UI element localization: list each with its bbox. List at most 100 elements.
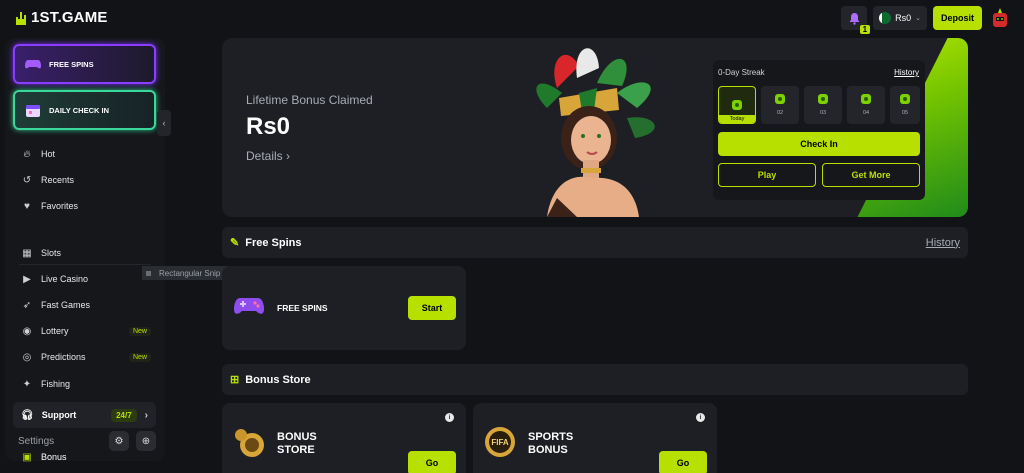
free-spins-promo-label: FREE SPINS [49, 59, 94, 69]
daily-check-in-promo-label: DAILY CHECK IN [49, 105, 110, 115]
live-casino-icon: ▶ [23, 273, 31, 285]
top-bar: 1ST.GAME 1 Rs0 ⌄ Deposit [0, 0, 1024, 36]
free-spins-history-link[interactable]: History [926, 237, 960, 249]
streak-day-4[interactable]: 04 [847, 86, 885, 124]
coin-icon [732, 100, 742, 110]
sidebar-item-favorites[interactable]: ♥ Favorites [21, 200, 151, 212]
snip-icon [146, 270, 151, 276]
free-spins-section-header: ✎ Free Spins History [222, 227, 968, 258]
sports-bonus-go-button[interactable]: Go [659, 451, 707, 473]
free-spins-section-icon: ✎ [230, 237, 240, 249]
check-in-button[interactable]: Check In [718, 132, 920, 156]
sidebar-item-fishing[interactable]: ✦ Fishing [21, 378, 151, 390]
bonus-store-go-button[interactable]: Go [408, 451, 456, 473]
streak-day-today[interactable]: Today [718, 86, 756, 124]
sidebar-item-label: Hot [41, 149, 56, 159]
streak-day-label: 05 [901, 110, 909, 116]
support-label: Support [41, 410, 77, 420]
coin-icon [861, 94, 871, 104]
sports-bonus-card: FIFA SPORTS BONUS i Go [473, 403, 717, 473]
gamepad-icon [25, 60, 41, 69]
sidebar-item-label: Predictions [41, 352, 86, 362]
streak-day-label: Today [719, 115, 755, 123]
streak-title: 0-Day Streak [718, 68, 765, 77]
sidebar-item-label: Slots [41, 248, 62, 258]
sidebar-item-label: Live Casino [41, 274, 89, 284]
free-spins-card: FREE SPINS Start [222, 266, 466, 350]
info-icon[interactable]: i [696, 413, 705, 422]
chips-icon [235, 429, 264, 457]
sidebar-item-label: Fast Games [41, 300, 91, 310]
balance-selector[interactable]: Rs0 ⌄ [873, 6, 927, 30]
bonus-store-section-icon: ⊞ [230, 374, 240, 386]
sidebar-item-lottery[interactable]: ◉ Lottery New [21, 325, 151, 337]
gear-icon: ⚙ [114, 435, 124, 447]
gift-icon: ▣ [22, 451, 32, 463]
character-illustration [536, 48, 655, 217]
support-hours-badge: 24/7 [111, 408, 137, 422]
sidebar-item-recents[interactable]: ↺ Recents [21, 174, 151, 186]
sidebar-item-hot[interactable]: 🔥︎ Hot [21, 148, 151, 160]
sidebar-collapse-button[interactable]: ‹ [157, 110, 171, 136]
snip-label: Rectangular Snip [159, 268, 221, 278]
lifetime-bonus-label: Lifetime Bonus Claimed [246, 93, 373, 107]
sidebar-item-fast-games[interactable]: ➶ Fast Games [21, 299, 151, 311]
calendar-icon [26, 105, 40, 117]
start-free-spins-button[interactable]: Start [408, 296, 456, 320]
coin-icon [818, 94, 828, 104]
logo-text: 1ST.GAME [31, 9, 108, 26]
bonus-store-line2: STORE [277, 444, 315, 456]
streak-history-link[interactable]: History [894, 68, 919, 77]
streak-day-3[interactable]: 03 [804, 86, 842, 124]
bonus-store-card-title: BONUS STORE [277, 431, 317, 457]
fire-icon: 🔥︎ [23, 148, 31, 160]
support-button[interactable]: 🎧︎ Support 24/7 › [13, 402, 156, 428]
globe-icon: ⊕ [141, 435, 151, 447]
free-spins-promo-button[interactable]: FREE SPINS [13, 44, 156, 84]
streak-day-5[interactable]: 05 [890, 86, 920, 124]
fish-icon: ✦ [22, 378, 32, 390]
sidebar-item-label: Bonus [41, 452, 67, 462]
coin-icon [775, 94, 785, 104]
balance-value: Rs0 [895, 13, 912, 23]
gamepad-icon [234, 298, 264, 314]
get-more-button[interactable]: Get More [822, 163, 920, 187]
bonus-store-section-header: ⊞ Bonus Store [222, 364, 968, 395]
chevron-down-icon: ⌄ [915, 15, 921, 22]
sidebar-item-label: Fishing [41, 379, 71, 389]
robot-avatar-icon [993, 8, 1007, 27]
info-icon[interactable]: i [445, 413, 454, 422]
free-spins-card-label: FREE SPINS [277, 303, 328, 313]
daily-streak-panel: 0-Day Streak History Today 02 03 04 05 C… [713, 60, 925, 200]
streak-day-label: 02 [776, 110, 784, 116]
site-logo[interactable]: 1ST.GAME [14, 9, 108, 26]
language-button[interactable]: ⊕ [136, 431, 156, 451]
notifications-button[interactable]: 1 [841, 6, 871, 34]
sidebar-item-predictions[interactable]: ◎ Predictions New [21, 351, 151, 363]
sidebar-item-live-casino[interactable]: ▶ Live Casino [21, 273, 151, 285]
bell-icon [849, 12, 860, 25]
new-badge: New [128, 352, 151, 362]
streak-day-2[interactable]: 02 [761, 86, 799, 124]
lottery-icon: ◉ [22, 325, 32, 337]
chevron-left-icon: ‹ [162, 118, 166, 128]
sidebar-item-label: Favorites [41, 201, 79, 211]
bonus-store-line1: BONUS [277, 431, 317, 443]
predictions-icon: ◎ [22, 351, 32, 363]
daily-check-in-promo-button[interactable]: DAILY CHECK IN [13, 90, 156, 130]
sidebar-item-bonus[interactable]: ▣ Bonus [21, 451, 67, 463]
settings-gear-button[interactable]: ⚙ [109, 431, 129, 451]
deposit-button[interactable]: Deposit [932, 6, 982, 30]
bonus-store-section-title: Bonus Store [245, 373, 311, 386]
coin-icon [900, 94, 910, 104]
sidebar-item-label: Recents [41, 175, 75, 185]
details-link[interactable]: Details › [246, 149, 290, 163]
new-badge: New [128, 326, 151, 336]
rocket-icon: ➶ [22, 299, 32, 311]
play-button[interactable]: Play [718, 163, 816, 187]
sidebar-item-slots[interactable]: ▦ Slots [21, 247, 151, 259]
chevron-right-icon: › [144, 409, 148, 421]
avatar[interactable] [988, 6, 1012, 30]
heart-icon: ♥ [24, 200, 30, 212]
bonus-hero-banner: Lifetime Bonus Claimed Rs0 Details › 0-D… [222, 38, 968, 217]
